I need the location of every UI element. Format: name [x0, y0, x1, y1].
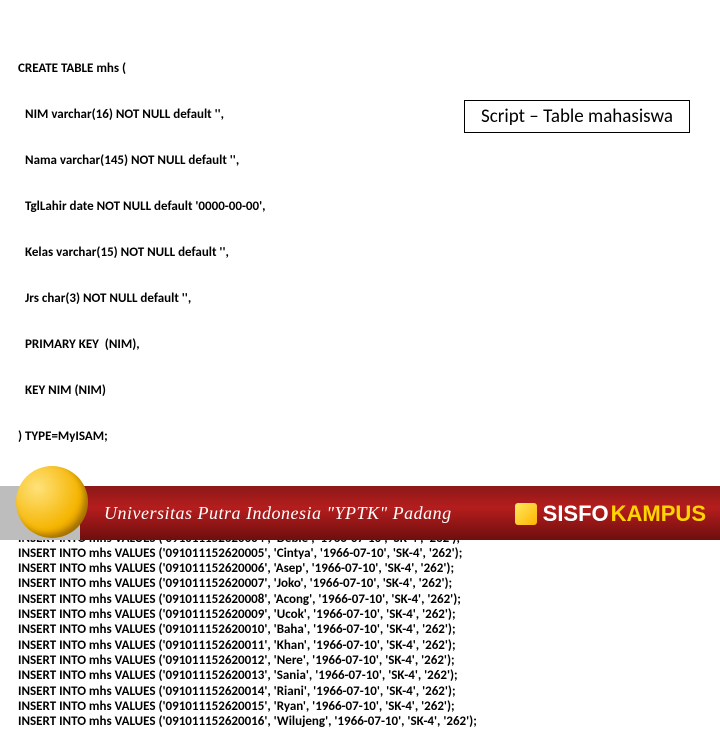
sql-line: INSERT INTO mhs VALUES ('091011152620014… [18, 684, 702, 699]
sql-line: INSERT INTO mhs VALUES ('091011152620015… [18, 699, 702, 714]
sql-line: TglLahir date NOT NULL default '0000-00-… [18, 199, 702, 214]
sql-line: INSERT INTO mhs VALUES ('091011152620010… [18, 622, 702, 637]
brand-icon [515, 503, 537, 525]
brand-text-2: KAMPUS [611, 501, 706, 527]
brand-mark: SISFO KAMPUS [515, 499, 706, 527]
sql-line: INSERT INTO mhs VALUES ('091011152620016… [18, 714, 702, 729]
footer-banner: Universitas Putra Indonesia "YPTK" Padan… [80, 486, 720, 540]
sql-line: Kelas varchar(15) NOT NULL default '', [18, 245, 702, 260]
sql-line: PRIMARY KEY (NIM), [18, 337, 702, 352]
create-table-sql: CREATE TABLE mhs ( NIM varchar(16) NOT N… [18, 30, 702, 475]
sql-line: INSERT INTO mhs VALUES ('091011152620011… [18, 638, 702, 653]
sql-line: INSERT INTO mhs VALUES ('091011152620013… [18, 668, 702, 683]
university-name: Universitas Putra Indonesia "YPTK" Padan… [104, 503, 452, 524]
footer-logo-area [0, 486, 80, 540]
brand-text-1: SISFO [543, 501, 609, 527]
sql-line: KEY NIM (NIM) [18, 383, 702, 398]
sql-line: INSERT INTO mhs VALUES ('091011152620009… [18, 607, 702, 622]
university-logo-icon [16, 466, 88, 538]
sql-line: Jrs char(3) NOT NULL default '', [18, 291, 702, 306]
sql-line: Nama varchar(145) NOT NULL default '', [18, 153, 702, 168]
sql-line: CREATE TABLE mhs ( [18, 61, 702, 76]
callout-title: Script – Table mahasiswa [464, 100, 690, 133]
sql-line: INSERT INTO mhs VALUES ('091011152620008… [18, 592, 702, 607]
sql-line: INSERT INTO mhs VALUES ('091011152620007… [18, 576, 702, 591]
sql-line: INSERT INTO mhs VALUES ('091011152620005… [18, 546, 702, 561]
sql-line: INSERT INTO mhs VALUES ('091011152620006… [18, 561, 702, 576]
sql-line: INSERT INTO mhs VALUES ('091011152620012… [18, 653, 702, 668]
sql-line: ) TYPE=MyISAM; [18, 429, 702, 444]
slide-footer: Universitas Putra Indonesia "YPTK" Padan… [0, 486, 720, 540]
